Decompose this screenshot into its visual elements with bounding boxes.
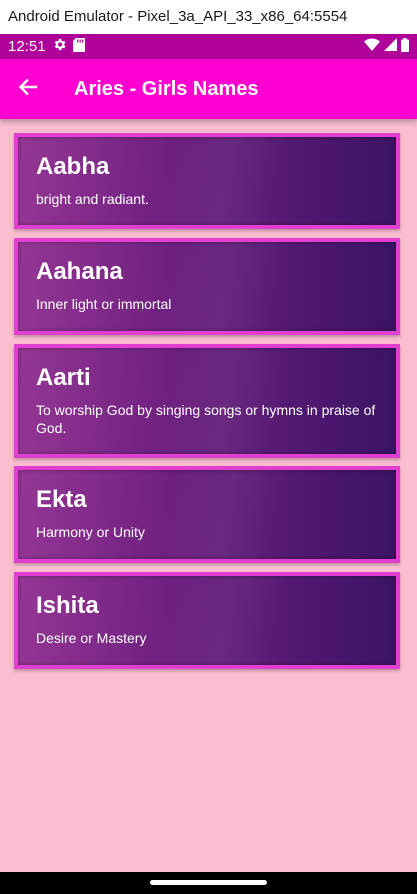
back-button[interactable]: [0, 59, 56, 119]
name-meaning: Harmony or Unity: [36, 524, 145, 540]
name-meaning: To worship God by singing songs or hymns…: [36, 402, 376, 436]
sd-card-icon: [72, 37, 85, 56]
name-card[interactable]: Aarti To worship God by singing songs or…: [14, 344, 400, 458]
app-bar: Aries - Girls Names: [0, 59, 417, 119]
name-card[interactable]: Aahana Inner light or immortal: [14, 238, 400, 335]
name-card[interactable]: Aabha bright and radiant.: [14, 133, 400, 229]
window-title-bar: Android Emulator - Pixel_3a_API_33_x86_6…: [0, 0, 417, 34]
page-title: Aries - Girls Names: [74, 77, 259, 100]
arrow-left-icon: [18, 77, 38, 102]
name-card-body: Aarti To worship God by singing songs or…: [18, 348, 396, 454]
name-title: Ekta: [36, 486, 87, 513]
home-gesture-handle[interactable]: [150, 880, 267, 885]
name-title: Aabha: [36, 153, 110, 180]
name-card-body: Aahana Inner light or immortal: [18, 242, 396, 331]
name-meaning: Desire or Mastery: [36, 630, 147, 646]
signal-icon: [384, 38, 397, 55]
emulator-window: Android Emulator - Pixel_3a_API_33_x86_6…: [0, 0, 417, 894]
name-meaning: bright and radiant.: [36, 191, 149, 207]
window-title: Android Emulator - Pixel_3a_API_33_x86_6…: [8, 8, 348, 25]
wifi-icon: [364, 38, 380, 55]
name-title: Aahana: [36, 258, 123, 285]
gear-icon: [52, 37, 67, 56]
name-card-body: Aabha bright and radiant.: [18, 137, 396, 225]
name-title: Aarti: [36, 364, 91, 391]
name-title: Ishita: [36, 592, 99, 619]
status-time: 12:51: [8, 38, 46, 55]
name-card-body: Ishita Desire or Mastery: [18, 576, 396, 665]
navigation-bar: [0, 872, 417, 894]
name-meaning: Inner light or immortal: [36, 296, 172, 312]
battery-icon: [401, 37, 409, 56]
name-card-body: Ekta Harmony or Unity: [18, 470, 396, 559]
name-card[interactable]: Ishita Desire or Mastery: [14, 572, 400, 669]
status-bar: 12:51: [0, 34, 417, 59]
name-card[interactable]: Ekta Harmony or Unity: [14, 466, 400, 563]
